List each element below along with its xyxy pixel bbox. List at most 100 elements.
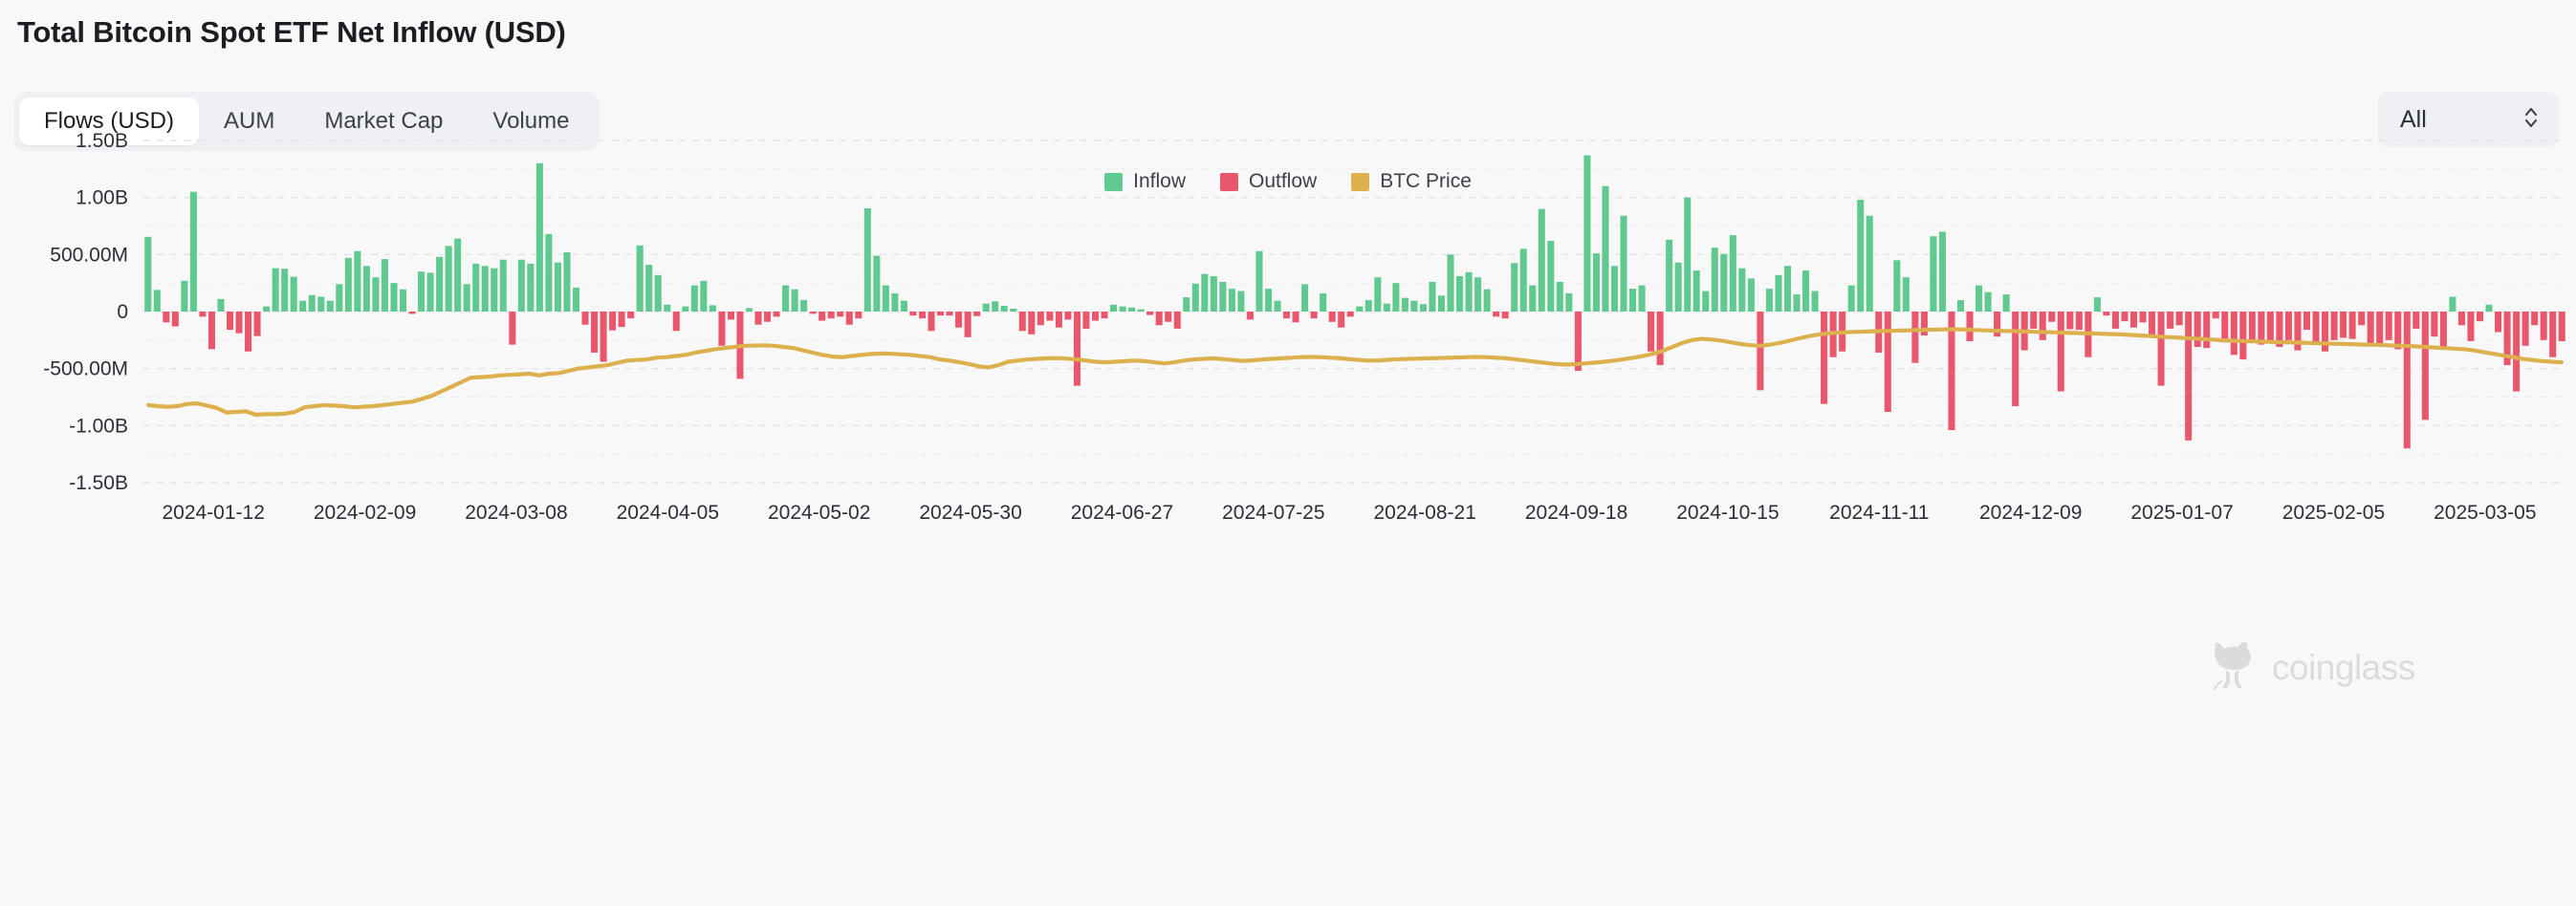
range-select[interactable]: All: [2377, 92, 2559, 147]
outflow-bar: [2404, 312, 2411, 448]
y-axis-tick-label: -1.00B: [69, 415, 128, 437]
inflow-bar: [1976, 286, 1982, 312]
x-axis-tick-label: 2024-08-21: [1373, 502, 1475, 524]
inflow-bar: [464, 284, 470, 312]
outflow-bar: [2066, 312, 2073, 329]
outflow-bar: [2167, 312, 2173, 329]
outflow-bar: [254, 312, 261, 336]
outflow-bar: [2249, 312, 2256, 342]
legend-item-btc-price[interactable]: BTC Price: [1351, 170, 1472, 193]
outflow-bar: [728, 312, 734, 319]
outflow-bar: [2112, 312, 2119, 329]
inflow-bar: [527, 264, 534, 312]
x-axis-tick-label: 2025-02-05: [2282, 502, 2385, 524]
inflow-bar: [1392, 283, 1399, 312]
inflow-bar: [1456, 276, 1463, 312]
outflow-bar: [1064, 312, 1071, 319]
outflow-bar: [855, 312, 862, 318]
inflow-bar: [400, 290, 406, 312]
coinglass-watermark: coinglass: [2209, 638, 2415, 697]
outflow-bar: [2541, 312, 2547, 340]
inflow-bar: [1547, 241, 1554, 312]
outflow-bar: [2322, 312, 2328, 352]
tab-aum[interactable]: AUM: [199, 97, 299, 145]
inflow-bar: [1930, 236, 1936, 312]
outflow-bar: [965, 312, 971, 337]
inflow-bar: [1237, 291, 1244, 312]
btc-price-path: [148, 330, 2562, 416]
tab-volume[interactable]: Volume: [468, 97, 594, 145]
outflow-bar: [2231, 312, 2238, 355]
inflow-bar: [181, 281, 187, 312]
coinglass-bull-icon: [2209, 638, 2259, 697]
inflow-bar: [446, 246, 452, 312]
inflow-bar: [482, 266, 489, 312]
inflow-bar: [1602, 186, 1608, 312]
inflow-bar: [1593, 253, 1600, 312]
x-axis-tick-label: 2024-12-09: [1979, 502, 2082, 524]
inflow-bar: [1812, 291, 1819, 312]
chart-x-axis-labels: 2024-01-122024-02-092024-03-082024-04-05…: [162, 502, 2536, 524]
inflow-bar: [1438, 295, 1445, 312]
chart-bars: [144, 156, 2565, 449]
inflow-bar: [1211, 276, 1217, 312]
outflow-bar: [2358, 312, 2365, 325]
inflow-bar: [1365, 300, 1372, 312]
inflow-bar: [217, 299, 224, 312]
x-axis-tick-label: 2024-02-09: [314, 502, 416, 524]
outflow-bar: [1347, 312, 1354, 316]
outflow-bar: [1493, 312, 1499, 316]
inflow-bar: [1985, 292, 1992, 312]
x-axis-tick-label: 2024-05-30: [919, 502, 1021, 524]
x-axis-tick-label: 2024-05-02: [768, 502, 870, 524]
legend-item-inflow[interactable]: Inflow: [1104, 170, 1186, 193]
inflow-bar: [1775, 275, 1781, 312]
inflow-bar: [1511, 263, 1517, 312]
outflow-bar: [1648, 312, 1654, 352]
legend-item-outflow[interactable]: Outflow: [1220, 170, 1317, 193]
outflow-bar: [1885, 312, 1891, 412]
inflow-bar: [1720, 254, 1727, 312]
inflow-bar: [1265, 289, 1272, 312]
outflow-bar: [409, 312, 416, 313]
outflow-bar: [2531, 312, 2538, 325]
inflow-bar: [372, 277, 379, 312]
inflow-bar: [382, 259, 388, 312]
outflow-bar: [245, 312, 251, 352]
outflow-bar: [2412, 312, 2419, 329]
x-axis-tick-label: 2024-07-25: [1222, 502, 1324, 524]
outflow-bar: [919, 312, 926, 318]
outflow-bar: [1293, 312, 1299, 322]
outflow-bar: [819, 312, 825, 321]
outflow-bar: [2058, 312, 2064, 392]
inflow-bar: [1301, 284, 1308, 312]
outflow-bar: [1102, 312, 1108, 318]
inflow-bar: [792, 290, 798, 312]
inflow-bar: [454, 239, 461, 312]
outflow-bar: [1019, 312, 1026, 331]
outflow-bar: [2368, 312, 2374, 346]
inflow-bar: [1539, 209, 1545, 312]
outflow-bar: [2394, 312, 2401, 349]
outflow-bar: [1967, 312, 1974, 341]
inflow-bar: [691, 286, 698, 312]
outflow-bar: [1875, 312, 1882, 353]
inflow-bar: [1429, 282, 1435, 312]
outflow-bar: [1056, 312, 1062, 328]
inflow-bar: [873, 256, 880, 312]
outflow-bar: [1146, 312, 1153, 315]
outflow-bar: [1338, 312, 1344, 328]
outflow-bar: [2213, 312, 2219, 318]
inflow-bar: [800, 300, 807, 312]
outflow-bar: [774, 312, 780, 316]
y-axis-tick-label: 500.00M: [50, 244, 128, 266]
inflow-bar: [1903, 277, 1910, 312]
inflow-bar: [883, 286, 889, 312]
outflow-bar: [846, 312, 853, 325]
outflow-bar: [973, 312, 980, 316]
outflow-bar: [2504, 312, 2511, 365]
tab-market-cap[interactable]: Market Cap: [299, 97, 468, 145]
tab-flows-usd[interactable]: Flows (USD): [19, 97, 199, 145]
outflow-bar: [947, 312, 953, 315]
inflow-bar: [1712, 248, 1718, 312]
